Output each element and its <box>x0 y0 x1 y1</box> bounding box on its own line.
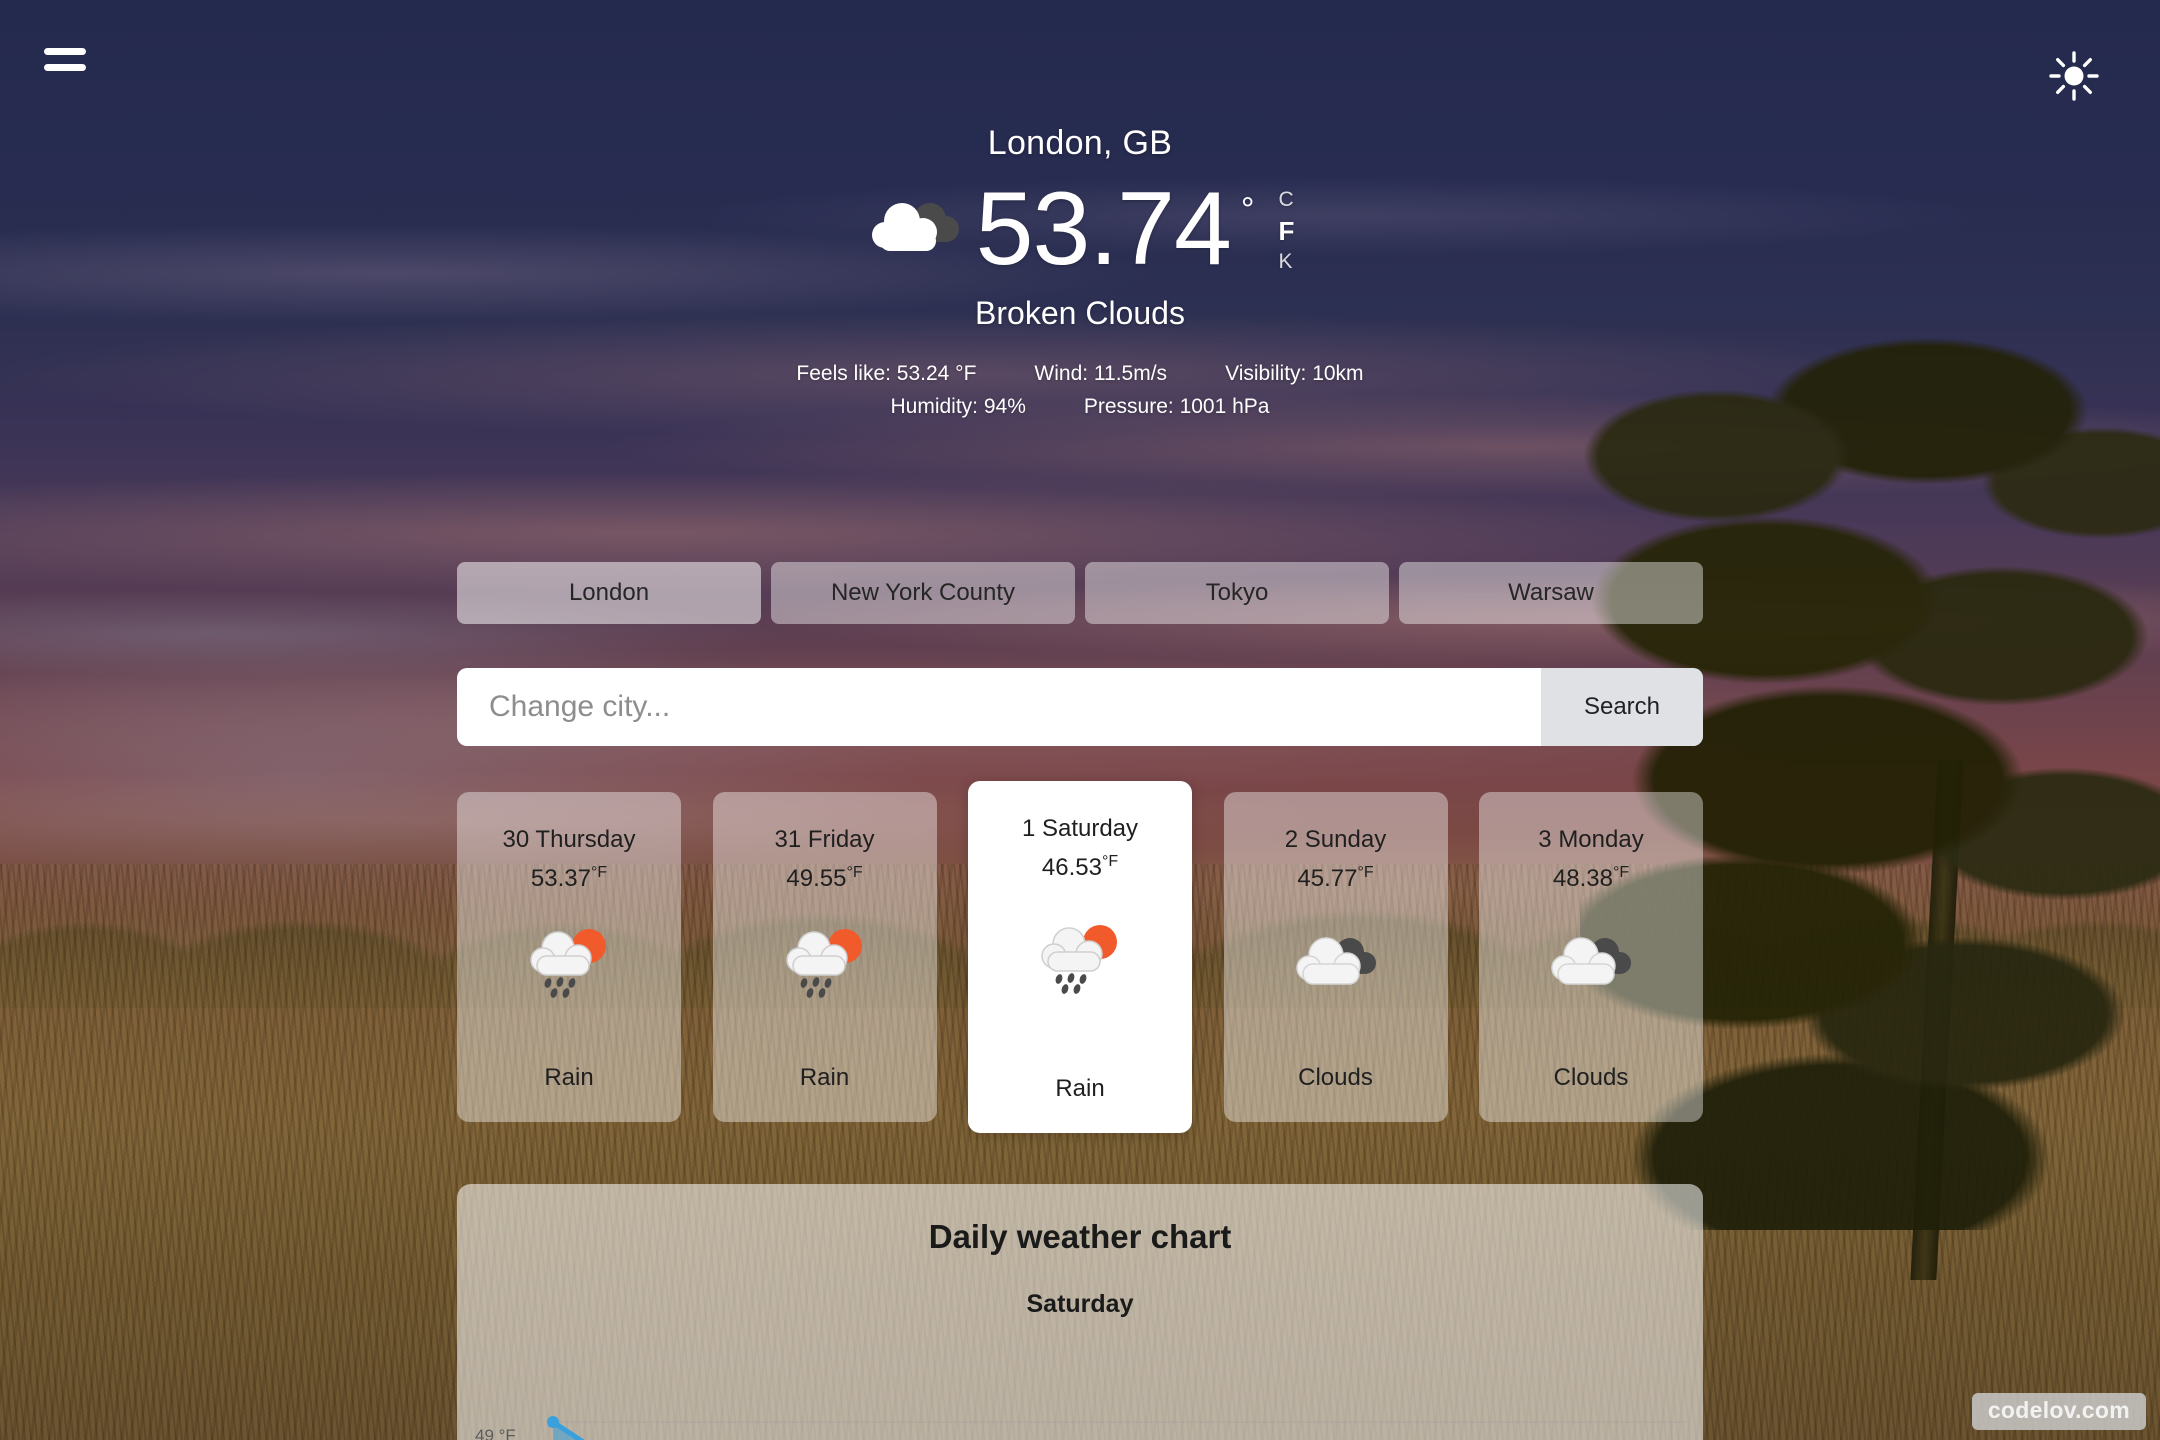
broken-clouds-icon <box>1539 922 1643 1006</box>
forecast-temp-value: 49.55 <box>786 865 847 892</box>
city-button-warsaw[interactable]: Warsaw <box>1399 562 1703 624</box>
forecast-description: Rain <box>799 1064 850 1091</box>
current-weather-panel: London, GB 53.74 ° C F K Broken Clouds F… <box>0 124 2160 423</box>
broken-clouds-icon <box>864 193 960 265</box>
rain-sun-icon <box>1028 918 1132 1002</box>
top-bar <box>0 0 2160 130</box>
forecast-description: Clouds <box>1298 1064 1373 1091</box>
chart-plot-area <box>457 1414 1703 1440</box>
city-button-tokyo[interactable]: Tokyo <box>1085 562 1389 624</box>
search-button[interactable]: Search <box>1541 668 1703 746</box>
forecast-temp: 53.37°F <box>531 864 607 893</box>
weather-app: London, GB 53.74 ° C F K Broken Clouds F… <box>0 0 2160 1440</box>
forecast-temp: 46.53°F <box>1042 853 1118 882</box>
forecast-temp-value: 46.53 <box>1041 854 1102 881</box>
rain-sun-icon <box>517 922 621 1006</box>
temperature-row: 53.74 ° C F K <box>0 177 2160 281</box>
unit-option-c[interactable]: C <box>1276 187 1295 213</box>
forecast-description: Rain <box>544 1064 594 1091</box>
rain-sun-icon <box>773 922 877 1006</box>
forecast-day: 1 Saturday <box>1021 815 1139 842</box>
forecast-card-friday[interactable]: 31 Friday 49.55°F Rain <box>712 792 937 1122</box>
weather-details-row-1: Feels like: 53.24 °F Wind: 11.5m/s Visib… <box>0 358 2160 391</box>
forecast-temp-value: 53.37 <box>530 865 591 892</box>
forecast-card-monday[interactable]: 3 Monday 48.38°F Clouds <box>1479 792 1703 1122</box>
city-button-london[interactable]: London <box>457 562 761 624</box>
hamburger-bar <box>44 47 86 55</box>
forecast-day: 30 Thursday <box>502 826 636 853</box>
unit-selector[interactable]: C F K <box>1276 187 1296 276</box>
forecast-temp: 45.77°F <box>1297 864 1373 893</box>
forecast-card-saturday[interactable]: 1 Saturday 46.53°F Rain <box>968 781 1192 1133</box>
chart-subtitle: Saturday <box>1026 1290 1134 1318</box>
forecast-temp-unit: °F <box>846 864 863 881</box>
unit-option-f[interactable]: F <box>1276 215 1296 248</box>
pressure-value: Pressure: 1001 hPa <box>1083 394 1270 418</box>
forecast-temp-unit: °F <box>590 864 608 881</box>
forecast-temp-unit: °F <box>1101 853 1119 870</box>
weather-condition: Broken Clouds <box>975 295 1185 331</box>
city-button-new-york-county[interactable]: New York County <box>771 562 1075 624</box>
chart-title: Daily weather chart <box>928 1218 1232 1255</box>
forecast-temp: 49.55°F <box>786 864 862 893</box>
hamburger-menu-icon[interactable] <box>44 42 86 76</box>
forecast-card-sunday[interactable]: 2 Sunday 45.77°F Clouds <box>1223 792 1448 1122</box>
forecast-day: 3 Monday <box>1538 826 1644 853</box>
search-bar: Search <box>457 668 1703 746</box>
humidity-value: Humidity: 94% <box>890 394 1026 418</box>
unit-option-k[interactable]: K <box>1276 249 1294 275</box>
forecast-temp-value: 48.38 <box>1552 865 1613 892</box>
forecast-card-thursday[interactable]: 30 Thursday 53.37°F Rain <box>457 792 681 1122</box>
search-input[interactable] <box>457 668 1541 746</box>
forecast-card-list: 30 Thursday 53.37°F Rain 31 Friday 49.55… <box>457 781 1703 1133</box>
degree-symbol: ° <box>1240 191 1255 229</box>
broken-clouds-icon <box>1284 922 1388 1006</box>
hamburger-bar <box>44 63 86 71</box>
forecast-day: 2 Sunday <box>1284 826 1387 853</box>
forecast-temp: 48.38°F <box>1553 864 1629 893</box>
forecast-description: Clouds <box>1553 1064 1629 1091</box>
forecast-temp-unit: °F <box>1612 864 1630 881</box>
weather-details: Feels like: 53.24 °F Wind: 11.5m/s Visib… <box>0 358 2160 423</box>
forecast-temp-unit: °F <box>1357 864 1374 881</box>
wind-value: Wind: 11.5m/s <box>1034 362 1168 385</box>
visibility-value: Visibility: 10km <box>1225 362 1364 385</box>
current-temperature: 53.74 <box>975 171 1232 287</box>
site-watermark: codelov.com <box>1971 1393 2146 1430</box>
weather-details-row-2: Humidity: 94% Pressure: 1001 hPa <box>0 391 2160 424</box>
forecast-day: 31 Friday <box>774 826 875 853</box>
city-quick-pick-group: London New York County Tokyo Warsaw <box>457 562 1703 624</box>
feels-like-value: Feels like: 53.24 °F <box>796 362 977 385</box>
forecast-description: Rain <box>1055 1074 1105 1102</box>
daily-weather-chart-panel: Daily weather chart Saturday 49 °F <box>457 1184 1703 1440</box>
forecast-temp-value: 45.77 <box>1297 865 1358 892</box>
sun-icon[interactable] <box>2046 48 2102 104</box>
